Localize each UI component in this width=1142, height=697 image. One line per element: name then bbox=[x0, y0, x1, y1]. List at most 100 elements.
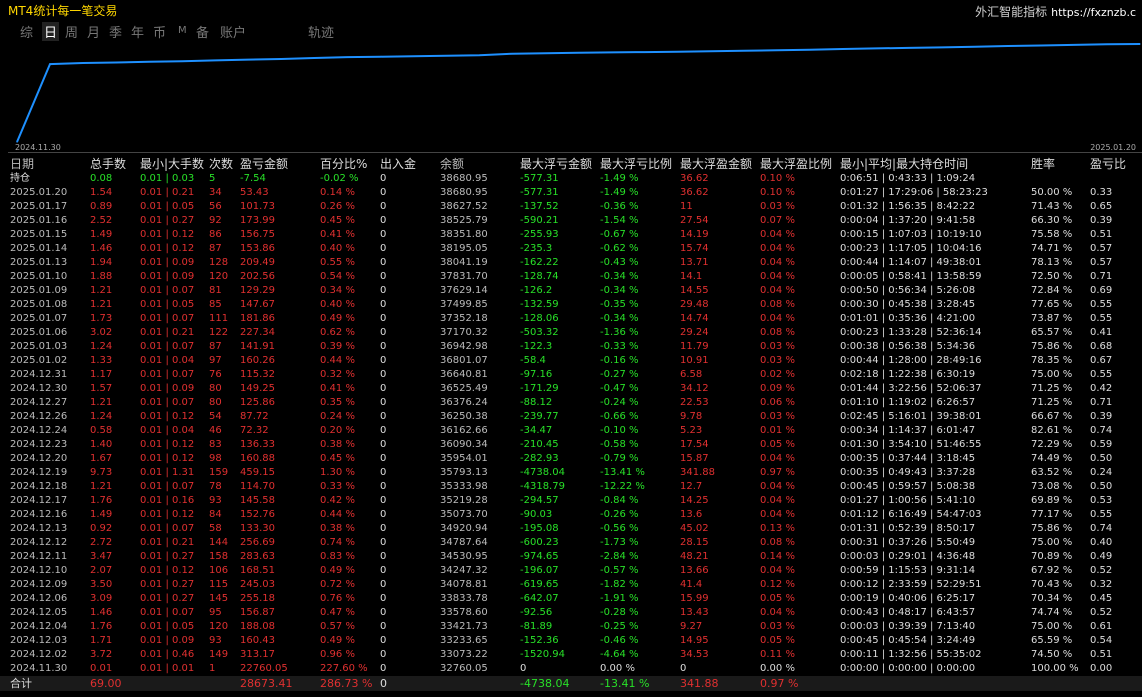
cell-11: 0.03 % bbox=[760, 355, 795, 366]
cell-7: 38351.80 bbox=[440, 229, 488, 240]
cell-6: 0 bbox=[380, 271, 387, 282]
cell-6: 0 bbox=[380, 565, 387, 576]
brand-name: 外汇智能指标 bbox=[975, 5, 1048, 19]
cell-4: 盈亏金额 bbox=[240, 157, 289, 171]
cell-6: 0 bbox=[380, 341, 387, 352]
cell-7: 34247.32 bbox=[440, 565, 488, 576]
cell-0: 2025.01.16 bbox=[10, 215, 68, 226]
cell-13: 65.59 % bbox=[1031, 635, 1073, 646]
balance-chart-svg bbox=[16, 43, 1141, 143]
cell-2: 0.01 | 1.31 bbox=[140, 467, 195, 478]
cell-13: 70.34 % bbox=[1031, 593, 1073, 604]
balance-point-2 bbox=[82, 62, 84, 64]
tab-4[interactable]: 季 bbox=[109, 22, 122, 41]
cell-6: 0 bbox=[380, 607, 387, 618]
cell-0: 2024.12.02 bbox=[10, 649, 68, 660]
cell-0: 2025.01.13 bbox=[10, 257, 68, 268]
cell-14: 0.50 bbox=[1090, 453, 1113, 464]
cell-4: 160.26 bbox=[240, 355, 275, 366]
cell-8: -294.57 bbox=[520, 495, 559, 506]
cell-14: 0.52 bbox=[1090, 607, 1113, 618]
tab-5[interactable]: 年 bbox=[131, 22, 144, 41]
cell-6: 0 bbox=[380, 509, 387, 520]
tab-7[interactable]: M bbox=[178, 25, 187, 36]
cell-11: 0.03 % bbox=[760, 621, 795, 632]
cell-8: -171.29 bbox=[520, 383, 559, 394]
cell-2: 0.01 | 0.21 bbox=[140, 327, 195, 338]
cell-8: -34.47 bbox=[520, 425, 553, 436]
table-row: 2025.01.10 1.88 0.01 | 0.09 120 202.56 0.54 %… bbox=[0, 270, 1142, 284]
cell-0: 2024.12.19 bbox=[10, 467, 68, 478]
cell-9: -0.67 % bbox=[600, 229, 639, 240]
cell-11: 0.04 % bbox=[760, 313, 795, 324]
balance-point-19 bbox=[643, 51, 646, 53]
cell-2: 0.01 | 0.21 bbox=[140, 187, 195, 198]
cell-3: 158 bbox=[209, 551, 229, 562]
cell-1: 1.49 bbox=[90, 509, 113, 520]
cell-7: 37629.14 bbox=[440, 285, 488, 296]
cell-13: 77.65 % bbox=[1031, 299, 1073, 310]
tab-10[interactable]: 轨迹 bbox=[308, 22, 334, 41]
cell-10: 13.71 bbox=[680, 257, 709, 268]
cell-13: 100.00 % bbox=[1031, 663, 1079, 674]
cell-12: 0:01:27 | 1:00:56 | 5:41:10 bbox=[840, 495, 976, 506]
tab-9[interactable]: 账户 bbox=[220, 22, 246, 41]
cell-10: 14.55 bbox=[680, 285, 709, 296]
cell-12: 0:00:59 | 1:15:53 | 9:31:14 bbox=[840, 565, 976, 576]
tab-0[interactable]: 综 bbox=[20, 22, 33, 41]
cell-5: 0.44 % bbox=[320, 355, 355, 366]
cell-14: 0.50 bbox=[1090, 481, 1113, 492]
cell-5: 0.14 % bbox=[320, 187, 355, 198]
table-row: 2025.01.09 1.21 0.01 | 0.07 81 129.29 0.34 % 0… bbox=[0, 284, 1142, 298]
balance-point-28 bbox=[941, 46, 943, 48]
cell-6: 0 bbox=[380, 257, 387, 268]
brand[interactable]: 外汇智能指标 https://fxznzb.c bbox=[975, 3, 1136, 20]
cell-8: -282.93 bbox=[520, 453, 559, 464]
cell-0: 2024.12.16 bbox=[10, 509, 68, 520]
cell-13: 82.61 % bbox=[1031, 425, 1073, 436]
tab-2[interactable]: 周 bbox=[65, 22, 78, 41]
tab-1[interactable]: 日 bbox=[42, 22, 60, 41]
balance-point-32 bbox=[1073, 44, 1075, 46]
cell-2: 0.01 | 0.05 bbox=[140, 299, 195, 310]
cell-11: 0.04 % bbox=[760, 271, 795, 282]
cell-3: 87 bbox=[209, 243, 222, 254]
tab-8[interactable]: 备 bbox=[196, 22, 209, 41]
cell-4: 181.86 bbox=[240, 313, 275, 324]
cell-11: 0.97 % bbox=[760, 677, 799, 690]
cell-5: 0.49 % bbox=[320, 565, 355, 576]
cell-3: 80 bbox=[209, 397, 222, 408]
cell-12: 0:00:44 | 1:14:07 | 49:38:01 bbox=[840, 257, 982, 268]
tab-3[interactable]: 月 bbox=[87, 22, 100, 41]
cell-3: 85 bbox=[209, 299, 222, 310]
cell-11: 0.04 % bbox=[760, 285, 795, 296]
cell-13: 75.00 % bbox=[1031, 621, 1073, 632]
cell-2: 0.01 | 0.07 bbox=[140, 481, 195, 492]
cell-2: 0.01 | 0.03 bbox=[140, 173, 195, 184]
cell-7: 37499.85 bbox=[440, 299, 488, 310]
cell-14: 0.59 bbox=[1090, 439, 1113, 450]
cell-13: 70.89 % bbox=[1031, 551, 1073, 562]
table-row: 2024.12.05 1.46 0.01 | 0.07 95 156.87 0.47 % 0… bbox=[0, 606, 1142, 620]
cell-4: 152.76 bbox=[240, 509, 275, 520]
cell-10: 15.99 bbox=[680, 593, 709, 604]
cell-13: 胜率 bbox=[1031, 157, 1056, 171]
cell-12: 0:00:00 | 0:00:00 | 0:00:00 bbox=[840, 663, 976, 674]
balance-point-30 bbox=[1007, 45, 1009, 47]
cell-10: 10.91 bbox=[680, 355, 709, 366]
cell-10: 14.19 bbox=[680, 229, 709, 240]
cell-6: 0 bbox=[380, 285, 387, 296]
cell-6: 0 bbox=[380, 677, 387, 690]
cell-4: 115.32 bbox=[240, 369, 275, 380]
cell-2: 0.01 | 0.07 bbox=[140, 369, 195, 380]
cell-0: 2025.01.20 bbox=[10, 187, 68, 198]
table-row: 2025.01.17 0.89 0.01 | 0.05 56 101.73 0.26 % 0… bbox=[0, 200, 1142, 214]
cell-6: 0 bbox=[380, 215, 387, 226]
cell-10: 36.62 bbox=[680, 173, 709, 184]
tab-6[interactable]: 币 bbox=[153, 22, 166, 41]
brand-site-link[interactable]: https://fxznzb.c bbox=[1051, 6, 1136, 19]
cell-12: 0:00:03 | 0:29:01 | 4:36:48 bbox=[840, 551, 976, 562]
cell-6: 0 bbox=[380, 425, 387, 436]
cell-14: 0.67 bbox=[1090, 355, 1113, 366]
cell-6: 0 bbox=[380, 397, 387, 408]
